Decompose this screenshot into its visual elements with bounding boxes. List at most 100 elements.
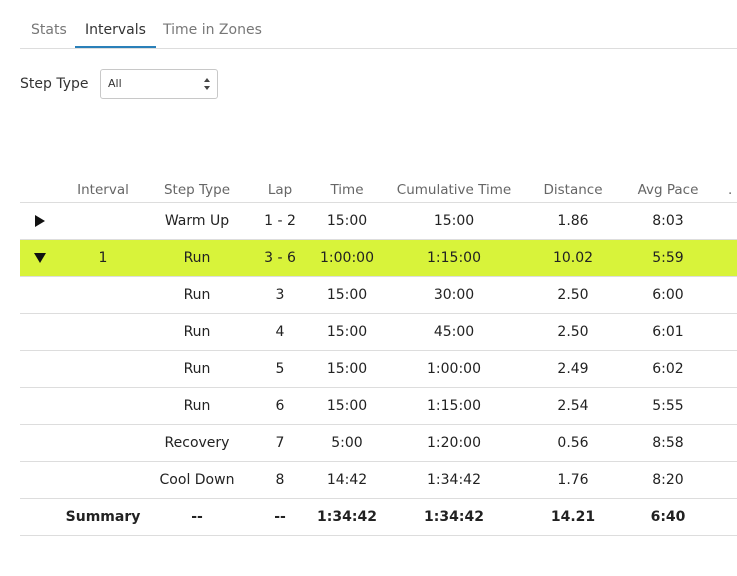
lap-cell: 3 - 6: [264, 250, 296, 266]
header-avg-pace[interactable]: Avg Pace: [628, 176, 708, 202]
interval-cell: [68, 277, 138, 313]
header-cumulative-time[interactable]: Cumulative Time: [394, 176, 514, 202]
interval-cell: 1: [98, 250, 108, 266]
distance-cell: 2.50: [557, 324, 589, 340]
time-cell: 5:00: [331, 435, 363, 451]
cumulative-time-cell: 1:15:00: [427, 398, 481, 414]
cumulative-time-cell: 15:00: [433, 213, 475, 229]
select-arrows-icon: [204, 77, 210, 91]
toggle-cell: [20, 240, 60, 276]
summary-cumulative-time: 1:34:42: [424, 509, 484, 525]
avg-pace-cell: 6:00: [652, 287, 684, 303]
cumulative-time-cell: 30:00: [433, 287, 475, 303]
avg-pace-cell: 5:55: [652, 398, 684, 414]
interval-cell: [68, 462, 138, 498]
time-cell: 14:42: [326, 472, 368, 488]
header-extra[interactable]: .: [728, 176, 737, 202]
step-type-filter-label: Step Type: [20, 76, 89, 92]
table-row: Run 4 15:00 45:00 2.50 6:01: [20, 314, 737, 351]
table-row: Run 6 15:00 1:15:00 2.54 5:55: [20, 388, 737, 425]
tab-time-in-zones[interactable]: Time in Zones: [163, 14, 262, 48]
lap-cell: 6: [275, 398, 285, 414]
avg-pace-cell: 8:03: [652, 213, 684, 229]
distance-cell: 1.76: [557, 472, 589, 488]
table-body: Warm Up 1 - 2 15:00 15:00 1.86 8:03 1 Run 3 - 61…: [20, 203, 737, 499]
step-type-cell: Run: [183, 324, 211, 340]
interval-cell: [68, 425, 138, 461]
lap-cell: 8: [275, 472, 285, 488]
distance-cell: 0.56: [557, 435, 589, 451]
cumulative-time-cell: 1:20:00: [427, 435, 481, 451]
tab-intervals[interactable]: Intervals: [75, 14, 156, 48]
step-type-cell: Run: [183, 361, 211, 377]
lap-cell: 7: [275, 435, 285, 451]
distance-cell: 2.49: [557, 361, 589, 377]
triangle-right-icon[interactable]: [34, 215, 46, 227]
time-cell: 15:00: [326, 398, 368, 414]
triangle-down-icon[interactable]: [34, 252, 46, 264]
tab-stats[interactable]: Stats: [31, 14, 67, 48]
interval-cell: [68, 351, 138, 387]
summary-distance: 14.21: [550, 509, 596, 525]
lap-cell: 1 - 2: [264, 213, 296, 229]
header-time[interactable]: Time: [312, 176, 382, 202]
step-type-cell: Run: [183, 287, 211, 303]
avg-pace-cell: 6:02: [652, 361, 684, 377]
distance-cell: 2.54: [557, 398, 589, 414]
avg-pace-cell: 5:59: [652, 250, 684, 266]
table-row[interactable]: 1 Run 3 - 6 1:00:00 1:15:00 10.02 5:59: [20, 240, 737, 277]
summary-label: Summary: [65, 509, 141, 525]
cumulative-time-cell: 1:00:00: [427, 361, 481, 377]
cumulative-time-cell: 1:34:42: [427, 472, 481, 488]
step-type-cell: Run: [183, 398, 211, 414]
table-row[interactable]: Warm Up 1 - 2 15:00 15:00 1.86 8:03: [20, 203, 737, 240]
step-type-select-value: All: [108, 77, 122, 90]
lap-cell: 3: [275, 287, 285, 303]
header-interval[interactable]: Interval: [68, 176, 138, 202]
step-type-cell: Recovery: [164, 435, 230, 451]
avg-pace-cell: 8:58: [652, 435, 684, 451]
table-row: Cool Down 8 14:42 1:34:42 1.76 8:20: [20, 462, 737, 499]
summary-lap: --: [274, 509, 286, 525]
step-type-cell: Cool Down: [159, 472, 235, 488]
avg-pace-cell: 8:20: [652, 472, 684, 488]
header-lap[interactable]: Lap: [252, 176, 308, 202]
step-type-select[interactable]: All: [100, 69, 218, 99]
avg-pace-cell: 6:01: [652, 324, 684, 340]
toggle-cell: [20, 203, 60, 239]
toggle-cell: [20, 462, 60, 498]
table-header-row: Interval Step Type Lap Time Cumulative T…: [20, 176, 737, 203]
step-type-cell: Run: [183, 250, 211, 266]
cumulative-time-cell: 1:15:00: [427, 250, 481, 266]
intervals-table: Interval Step Type Lap Time Cumulative T…: [20, 176, 737, 536]
table-row: Run 3 15:00 30:00 2.50 6:00: [20, 277, 737, 314]
time-cell: 15:00: [326, 287, 368, 303]
time-cell: 15:00: [326, 361, 368, 377]
toggle-cell: [20, 314, 60, 350]
interval-cell: [68, 388, 138, 424]
step-type-cell: Warm Up: [164, 213, 230, 229]
toggle-cell: [20, 277, 60, 313]
distance-cell: 2.50: [557, 287, 589, 303]
summary-step-type: --: [191, 509, 203, 525]
time-cell: 15:00: [326, 213, 368, 229]
toggle-cell: [20, 351, 60, 387]
toggle-cell: [20, 388, 60, 424]
lap-cell: 4: [275, 324, 285, 340]
header-step-type[interactable]: Step Type: [152, 176, 242, 202]
time-cell: 1:00:00: [320, 250, 374, 266]
cumulative-time-cell: 45:00: [433, 324, 475, 340]
summary-avg-pace: 6:40: [650, 509, 686, 525]
summary-row: Summary -- -- 1:34:42 1:34:42 14.21 6:40: [20, 499, 737, 536]
toggle-cell: [20, 425, 60, 461]
table-row: Recovery 7 5:00 1:20:00 0.56 8:58: [20, 425, 737, 462]
interval-cell: [68, 314, 138, 350]
tab-bar: Stats Intervals Time in Zones: [20, 14, 737, 49]
table-row: Run 5 15:00 1:00:00 2.49 6:02: [20, 351, 737, 388]
summary-time: 1:34:42: [317, 509, 377, 525]
header-distance[interactable]: Distance: [528, 176, 618, 202]
distance-cell: 10.02: [552, 250, 594, 266]
interval-cell: [68, 203, 138, 239]
lap-cell: 5: [275, 361, 285, 377]
distance-cell: 1.86: [557, 213, 589, 229]
